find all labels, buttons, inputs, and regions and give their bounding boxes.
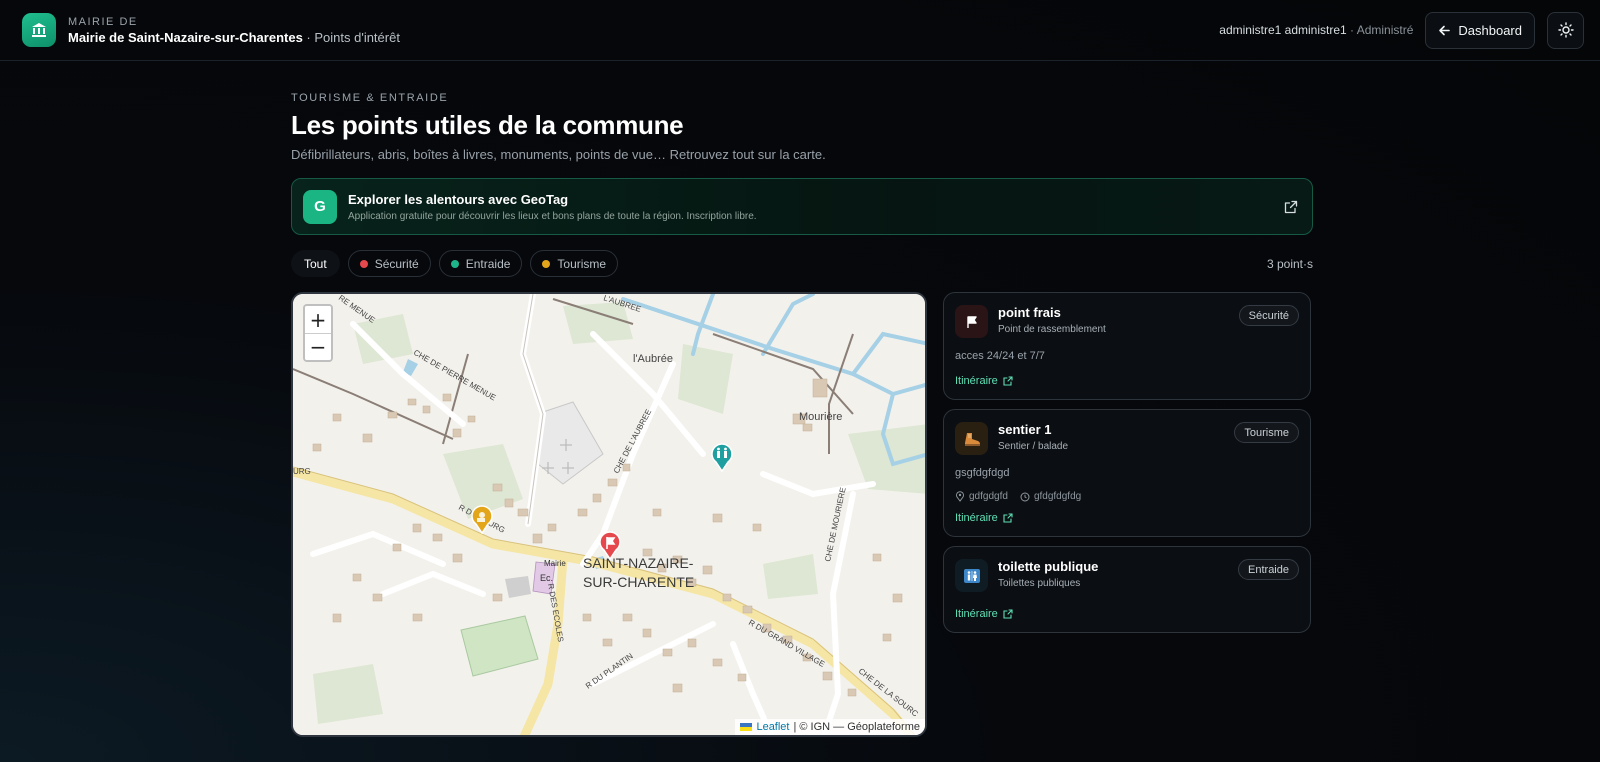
itinerary-link[interactable]: Itinéraire	[955, 608, 1299, 620]
brand-title: Mairie de Saint-Nazaire-sur-Charentes · …	[68, 30, 400, 45]
location-pin-icon	[956, 491, 964, 502]
category-badge: Sécurité	[1238, 305, 1299, 326]
map-marker-entraide[interactable]	[709, 442, 735, 473]
page-kicker: Tourisme & Entraide	[291, 92, 449, 104]
section-name: · Points d'intérêt	[306, 29, 400, 45]
brand[interactable]: Mairie de Mairie de Saint-Nazaire-sur-Ch…	[68, 16, 400, 45]
poi-card[interactable]: sentier 1 Sentier / balade Tourisme gsgf…	[943, 409, 1311, 537]
map-marker-securite[interactable]	[597, 530, 623, 561]
main-content: Tourisme & Entraide Les points utiles de…	[291, 92, 1313, 737]
poi-meta: gdfgdgfd gfdgfdgfdg	[955, 491, 1299, 502]
filter-entraide[interactable]: Entraide	[438, 250, 523, 277]
map-label-ec: Ec.	[540, 573, 553, 583]
map-label-town-2: SUR-CHARENTE	[583, 574, 694, 590]
dot-icon	[542, 259, 551, 268]
poi-type: Point de rassemblement	[998, 324, 1106, 335]
geotag-logo: G	[303, 189, 337, 224]
leaflet-link[interactable]: Leaflet	[756, 721, 789, 733]
zoom-in-button[interactable]: +	[305, 306, 331, 333]
poi-title: point frais	[998, 305, 1061, 320]
poi-type: Sentier / balade	[998, 441, 1069, 452]
itinerary-label: Itinéraire	[955, 608, 998, 620]
restroom-icon	[955, 559, 988, 592]
map[interactable]: l'Aubrée Mourière SAINT-NAZAIRE- SUR-CHA…	[291, 292, 927, 737]
arrow-left-icon	[1439, 25, 1451, 35]
ukraine-flag-icon	[740, 723, 753, 731]
map-label-aubree: l'Aubrée	[633, 353, 673, 365]
banner-description: Application gratuite pour découvrir les …	[348, 210, 757, 222]
poi-type: Toilettes publiques	[998, 578, 1081, 589]
attribution-text: | © IGN — Géoplateforme	[793, 721, 920, 733]
itinerary-link[interactable]: Itinéraire	[955, 375, 1299, 387]
poi-title: toilette publique	[998, 559, 1099, 574]
itinerary-link[interactable]: Itinéraire	[955, 512, 1299, 524]
brand-kicker: Mairie de	[68, 15, 138, 28]
flag-icon	[955, 305, 988, 338]
poi-card[interactable]: toilette publique Toilettes publiques En…	[943, 546, 1311, 633]
poi-time: gfdgfdgfdg	[1033, 491, 1082, 502]
external-link-icon	[1003, 376, 1013, 386]
category-badge: Entraide	[1238, 559, 1299, 580]
page-subtitle: Défibrillateurs, abris, boîtes à livres,…	[291, 147, 826, 162]
itinerary-label: Itinéraire	[955, 512, 998, 524]
clock-icon	[1020, 492, 1030, 501]
external-link-icon	[1003, 609, 1013, 619]
poi-description: gsgfdgfdgd	[955, 467, 1010, 479]
poi-card[interactable]: point frais Point de rassemblement Sécur…	[943, 292, 1311, 400]
filter-securite[interactable]: Sécurité	[347, 250, 431, 277]
zoom-control: + −	[303, 304, 333, 362]
user-info: administre1 administre1 · Administré	[1219, 23, 1413, 37]
dot-icon	[359, 259, 368, 268]
points-count: 3 point·s	[1266, 256, 1313, 271]
poi-list: point frais Point de rassemblement Sécur…	[943, 292, 1311, 642]
filter-tourisme[interactable]: Tourisme	[530, 250, 619, 277]
poi-description: acces 24/24 et 7/7	[955, 350, 1045, 362]
filter-label: Tourisme	[557, 256, 607, 271]
map-label-mairie: Mairie	[544, 559, 566, 568]
user-role: · Administré	[1350, 23, 1414, 37]
map-marker-tourisme[interactable]	[469, 504, 495, 535]
filter-all[interactable]: Tout	[291, 250, 340, 277]
sun-icon	[1557, 22, 1574, 38]
map-label-urg: URG	[293, 467, 311, 476]
banner-title: Explorer les alentours avec GeoTag	[348, 191, 569, 207]
poi-place: gdfgdgfd	[969, 491, 1008, 502]
map-label-mouriere: Mourière	[799, 411, 842, 423]
filter-label: Entraide	[465, 256, 511, 271]
top-bar: Mairie de Mairie de Saint-Nazaire-sur-Ch…	[0, 0, 1600, 61]
zoom-out-button[interactable]: −	[305, 333, 331, 360]
org-name: Mairie de Saint-Nazaire-sur-Charentes	[68, 29, 303, 45]
map-attribution: Leaflet | © IGN — Géoplateforme	[735, 719, 925, 735]
boot-icon	[955, 422, 988, 455]
map-tiles[interactable]: l'Aubrée Mourière SAINT-NAZAIRE- SUR-CHA…	[293, 294, 927, 737]
page-title: Les points utiles de la commune	[291, 110, 684, 140]
town-hall-icon[interactable]	[22, 13, 56, 47]
dashboard-button[interactable]: Dashboard	[1425, 11, 1535, 49]
external-link-icon	[1003, 513, 1013, 523]
poi-title: sentier 1	[998, 422, 1052, 437]
theme-toggle-button[interactable]	[1547, 11, 1584, 49]
user-name: administre1 administre1	[1219, 23, 1347, 37]
category-filters: Tout Sécurité Entraide Tourisme 3 point·…	[291, 250, 1313, 277]
category-badge: Tourisme	[1234, 422, 1299, 443]
external-link-icon[interactable]	[1281, 197, 1301, 217]
dashboard-label: Dashboard	[1458, 22, 1522, 38]
itinerary-label: Itinéraire	[955, 375, 998, 387]
dot-icon	[450, 259, 459, 268]
filter-label: Sécurité	[374, 256, 419, 271]
geotag-banner[interactable]: G Explorer les alentours avec GeoTag App…	[291, 178, 1313, 235]
